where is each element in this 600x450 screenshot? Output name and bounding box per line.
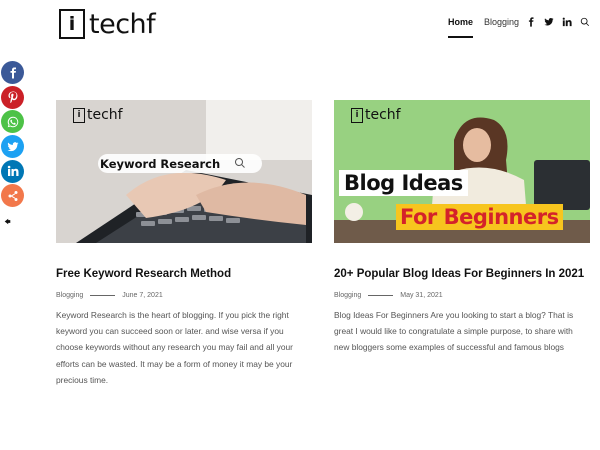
share-twitter-button[interactable] [1,135,24,159]
post-card: i techf Blog Ideas For Beginners 20+ Pop… [334,100,590,356]
linkedin-icon[interactable] [562,17,572,27]
site-logo[interactable]: i techf [59,8,156,40]
logo-text: techf [89,8,156,40]
post-date: June 7, 2021 [122,292,163,299]
post-title[interactable]: Free Keyword Research Method [56,268,312,280]
facebook-icon[interactable] [526,17,536,27]
thumbnail-logo: i techf [73,107,123,123]
share-icon [8,190,17,201]
facebook-icon [10,67,16,78]
pinterest-icon [8,91,17,104]
share-more-button[interactable] [1,184,24,208]
post-card: i techf Keyword Research Free Keyword Re… [56,100,312,388]
thumbnail-logo-mark: i [351,107,363,123]
nav-home-link[interactable]: Home [447,17,473,38]
main-nav: Home Blogging [447,17,590,38]
collapse-share-icon[interactable] [4,218,11,225]
meta-divider [90,295,116,296]
thumbnail-logo: i techf [351,107,401,123]
share-facebook-button[interactable] [1,61,24,84]
post-meta: Blogging June 7, 2021 [56,292,312,299]
nav-blogging-link[interactable]: Blogging [484,17,519,27]
thumbnail-logo-mark: i [73,107,85,123]
post-category-link[interactable]: Blogging [334,292,361,299]
thumbnail-overlay-title: Blog Ideas [339,170,468,196]
post-thumbnail[interactable]: i techf Keyword Research [56,100,312,243]
thumbnail-logo-text: techf [87,107,123,123]
post-title[interactable]: 20+ Popular Blog Ideas For Beginners In … [334,268,590,280]
logo-mark: i [59,9,85,39]
share-pinterest-button[interactable] [1,85,24,109]
search-icon[interactable] [580,17,590,27]
share-whatsapp-button[interactable] [1,110,24,134]
twitter-icon [7,141,18,151]
post-thumbnail[interactable]: i techf Blog Ideas For Beginners [334,100,590,243]
whatsapp-icon [7,116,18,128]
thumbnail-overlay-subtitle: For Beginners [396,204,563,230]
linkedin-icon [7,166,18,177]
thumbnail-overlay-text: Keyword Research [100,156,221,171]
post-date: May 31, 2021 [400,292,443,299]
share-sidebar [1,61,24,209]
thumbnail-logo-text: techf [365,107,401,123]
post-excerpt: Keyword Research is the heart of bloggin… [56,310,293,385]
post-meta: Blogging May 31, 2021 [334,292,590,299]
search-icon [234,157,245,168]
twitter-icon[interactable] [544,17,554,27]
thumbnail-search-bar: Keyword Research [98,154,262,173]
post-category-link[interactable]: Blogging [56,292,83,299]
post-excerpt: Blog Ideas For Beginners Are you looking… [334,310,574,353]
share-linkedin-button[interactable] [1,159,24,183]
meta-divider [368,295,394,296]
